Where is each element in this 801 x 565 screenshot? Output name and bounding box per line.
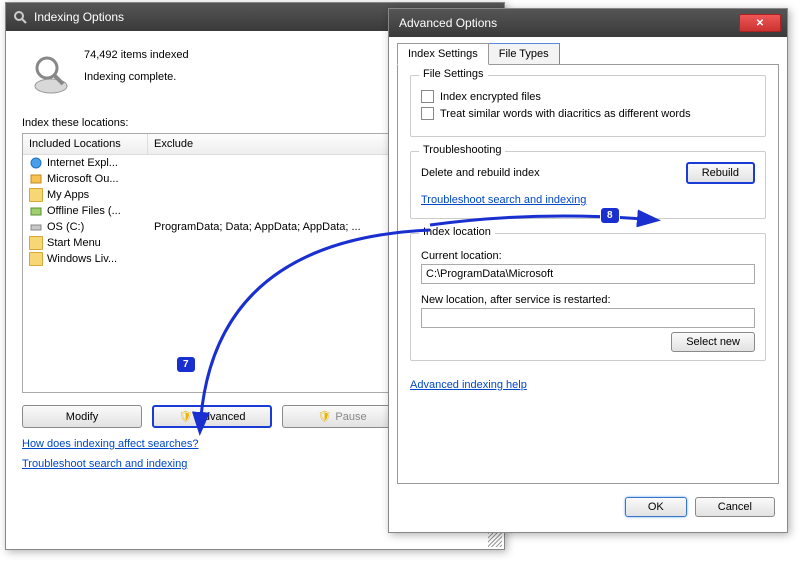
drive-icon: [29, 220, 43, 234]
callout-7: 7: [176, 356, 196, 373]
folder-icon: [29, 236, 43, 250]
index-location-title: Index location: [419, 226, 495, 238]
new-location-input[interactable]: [421, 308, 755, 328]
index-settings-panel: File Settings Index encrypted files Trea…: [397, 64, 779, 484]
tab-index-settings[interactable]: Index Settings: [397, 43, 489, 65]
cancel-button[interactable]: Cancel: [695, 497, 775, 517]
troubleshooting-group: Troubleshooting Delete and rebuild index…: [410, 151, 766, 219]
callout-8: 8: [600, 207, 620, 224]
index-encrypted-label: Index encrypted files: [440, 91, 541, 103]
indexed-count: 74,492 items indexed: [84, 49, 189, 61]
outlook-icon: [29, 172, 43, 186]
advanced-button[interactable]: 🛡Advanced: [152, 405, 272, 428]
index-location-group: Index location Current location: C:\Prog…: [410, 233, 766, 361]
index-encrypted-checkbox[interactable]: [421, 90, 434, 103]
diacritics-label: Treat similar words with diacritics as d…: [440, 108, 691, 120]
resize-grip[interactable]: [488, 533, 502, 547]
indexing-large-icon: [26, 49, 76, 99]
advanced-indexing-help-link[interactable]: Advanced indexing help: [410, 379, 527, 391]
indexing-icon: [12, 9, 28, 25]
folder-icon: [29, 188, 43, 202]
delete-rebuild-label: Delete and rebuild index: [421, 167, 540, 179]
file-settings-group: File Settings Index encrypted files Trea…: [410, 75, 766, 137]
advanced-options-titlebar[interactable]: Advanced Options ✕: [389, 9, 787, 37]
new-location-label: New location, after service is restarted…: [421, 294, 755, 306]
troubleshoot-link[interactable]: Troubleshoot search and indexing: [22, 458, 187, 470]
shield-icon: 🛡: [317, 410, 331, 423]
troubleshooting-title: Troubleshooting: [419, 144, 505, 156]
rebuild-button[interactable]: Rebuild: [686, 162, 755, 184]
folder-icon: [29, 252, 43, 266]
how-indexing-link[interactable]: How does indexing affect searches?: [22, 438, 199, 450]
ok-button[interactable]: OK: [625, 497, 687, 517]
pause-button[interactable]: 🛡Pause: [282, 405, 402, 428]
close-button[interactable]: ✕: [739, 14, 781, 32]
offline-files-icon: [29, 204, 43, 218]
advanced-options-window: Advanced Options ✕ Index Settings File T…: [388, 8, 788, 533]
column-included[interactable]: Included Locations: [23, 134, 148, 154]
shield-icon: 🛡: [179, 410, 193, 423]
troubleshoot-search-link[interactable]: Troubleshoot search and indexing: [421, 194, 586, 206]
select-new-button[interactable]: Select new: [671, 332, 755, 352]
indexing-state: Indexing complete.: [84, 71, 189, 83]
diacritics-checkbox[interactable]: [421, 107, 434, 120]
tab-file-types[interactable]: File Types: [488, 43, 560, 65]
ie-icon: [29, 156, 43, 170]
current-location-label: Current location:: [421, 250, 755, 262]
advanced-options-title: Advanced Options: [395, 16, 739, 30]
file-settings-title: File Settings: [419, 68, 488, 80]
current-location-value: C:\ProgramData\Microsoft: [421, 264, 755, 284]
modify-button[interactable]: Modify: [22, 405, 142, 428]
